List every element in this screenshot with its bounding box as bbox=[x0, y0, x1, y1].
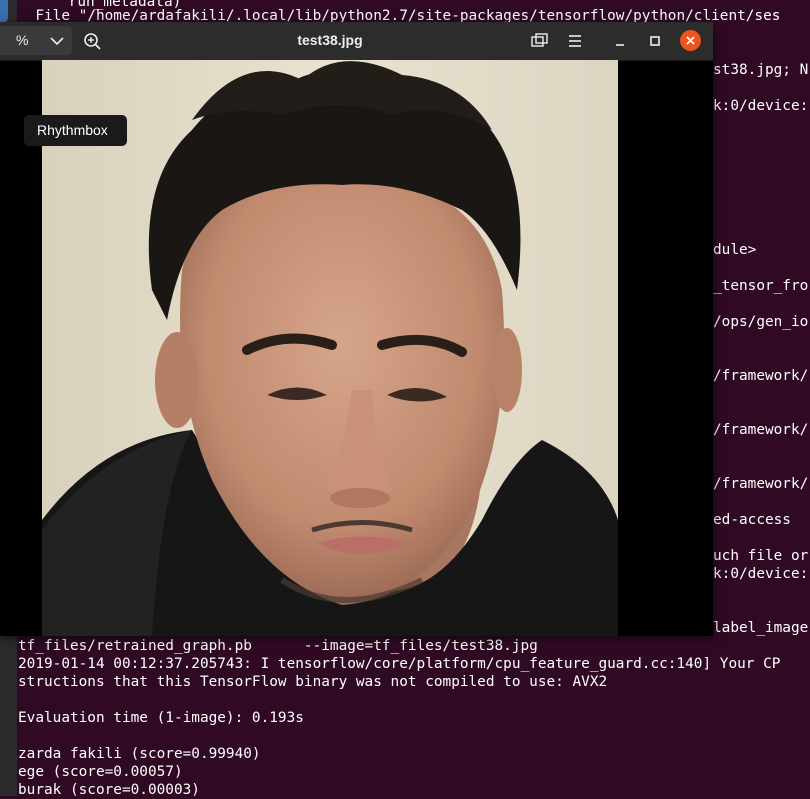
terminal-fragment: /framework/ bbox=[713, 422, 809, 438]
chevron-down-icon[interactable] bbox=[49, 35, 65, 47]
terminal-line: tf_files/retrained_graph.pb --image=tf_f… bbox=[18, 638, 538, 654]
close-icon bbox=[686, 36, 695, 45]
terminal-fragment: k:0/device: bbox=[713, 566, 809, 582]
maximize-button[interactable] bbox=[643, 29, 667, 53]
terminal-fragment: label_image bbox=[713, 620, 809, 636]
minimize-button[interactable] bbox=[608, 29, 632, 53]
hamburger-menu-icon bbox=[569, 35, 581, 47]
terminal-line: burak (score=0.00003) bbox=[18, 782, 200, 798]
terminal-fragment: st38.jpg; N bbox=[713, 62, 809, 78]
minimize-icon bbox=[616, 44, 624, 46]
terminal-fragment: /framework/ bbox=[713, 368, 809, 384]
portrait-image bbox=[42, 60, 618, 636]
terminal-line: zarda fakili (score=0.99940) bbox=[18, 746, 261, 762]
terminal-line: Evaluation time (1-image): 0.193s bbox=[18, 710, 304, 726]
photo-canvas[interactable] bbox=[42, 60, 618, 636]
terminal-fragment: uch file or bbox=[713, 548, 809, 564]
terminal-fragment: /ops/gen_io bbox=[713, 314, 809, 330]
slideshow-button[interactable] bbox=[528, 29, 552, 53]
menu-button[interactable] bbox=[563, 29, 587, 53]
zoom-in-icon bbox=[84, 33, 101, 50]
terminal-line: 2019-01-14 00:12:37.205743: I tensorflow… bbox=[18, 656, 781, 672]
tooltip-label: Rhythmbox bbox=[37, 122, 108, 138]
terminal-fragment: dule> bbox=[713, 242, 757, 258]
header-bar: % test38.jpg bbox=[0, 22, 713, 61]
terminal-line: ege (score=0.00057) bbox=[18, 764, 183, 780]
zoom-label: % bbox=[16, 32, 29, 48]
terminal-fragment: _tensor_fro bbox=[713, 278, 809, 294]
terminal-fragment: ed-access bbox=[713, 512, 791, 528]
window-title: test38.jpg bbox=[297, 32, 363, 48]
zoom-in-button[interactable] bbox=[80, 29, 104, 53]
dock-tooltip: Rhythmbox bbox=[24, 115, 127, 146]
close-button[interactable] bbox=[680, 30, 701, 51]
zoom-control[interactable]: % bbox=[0, 26, 72, 55]
terminal-fragment: /framework/ bbox=[713, 476, 809, 492]
terminal-fragment: k:0/device: bbox=[713, 98, 809, 114]
gallery-icon bbox=[531, 33, 548, 47]
maximize-icon bbox=[650, 36, 660, 46]
terminal-line: structions that this TensorFlow binary w… bbox=[18, 674, 608, 690]
